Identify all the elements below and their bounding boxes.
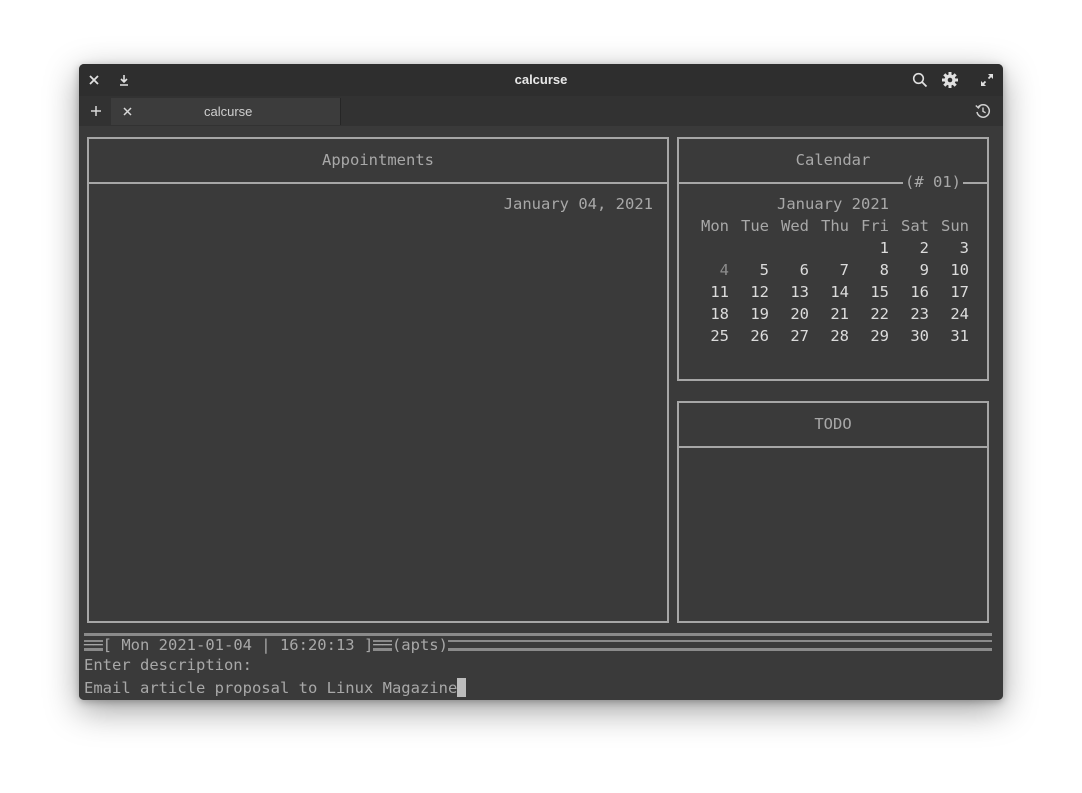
text-cursor (457, 678, 467, 697)
tab-bar: calcurse (79, 96, 1003, 126)
tab-label: calcurse (204, 104, 253, 119)
calendar-title: Calendar (795, 151, 871, 169)
window-title: calcurse (514, 72, 568, 87)
calendar-day[interactable]: 1 (849, 237, 889, 259)
todo-header: TODO (679, 403, 987, 448)
weekday-label: Wed (781, 217, 809, 235)
tab-calcurse[interactable]: calcurse (111, 98, 341, 125)
weekday-header-row: Mon Tue Wed Thu Fri Sat Sun (689, 215, 969, 237)
calendar-day[interactable]: 5 (729, 259, 769, 281)
weekday-label: Sat (901, 217, 929, 235)
plus-icon (91, 106, 101, 116)
terminal-window: calcurse calcurse Appointments January 0… (79, 64, 1003, 700)
calendar-day[interactable] (769, 237, 809, 259)
calendar-day[interactable]: 6 (769, 259, 809, 281)
calendar-day[interactable] (729, 237, 769, 259)
appointments-header: Appointments (89, 139, 667, 184)
title-bar: calcurse (79, 64, 1003, 96)
calendar-day[interactable]: 10 (929, 259, 969, 281)
weekday-label: Sun (941, 217, 969, 235)
status-bar: ──[ Mon 2021-01-04 | 16:20:13 ]──(apts) (84, 633, 992, 655)
calendar-week-row: 11 12 13 14 15 16 17 (689, 281, 969, 303)
calendar-day[interactable]: 31 (929, 325, 969, 347)
calendar-day[interactable]: 8 (849, 259, 889, 281)
appointments-panel[interactable]: Appointments January 04, 2021 (87, 137, 669, 623)
close-icon (122, 106, 132, 116)
weekday-label: Fri (861, 217, 889, 235)
weekday-label: Thu (821, 217, 849, 235)
calendar-day[interactable]: 17 (929, 281, 969, 303)
prompt-label: Enter description: (84, 656, 252, 674)
history-icon (975, 104, 991, 118)
calendar-week-row: 25 26 27 28 29 30 31 (689, 325, 969, 347)
calendar-grid: Mon Tue Wed Thu Fri Sat Sun 1 2 3 4 5 6 … (689, 215, 969, 347)
history-button[interactable] (972, 100, 994, 122)
maximize-button[interactable] (976, 69, 998, 91)
calendar-week-row: 4 5 6 7 8 9 10 (689, 259, 969, 281)
calendar-day[interactable]: 12 (729, 281, 769, 303)
calendar-day[interactable]: 2 (889, 237, 929, 259)
gear-icon (942, 72, 958, 88)
calendar-month-label: January 2021 (777, 195, 889, 213)
week-number: (# 01) (903, 173, 963, 191)
status-mode: (apts) (391, 636, 448, 654)
calendar-day-selected[interactable]: 4 (689, 259, 729, 281)
calendar-day[interactable]: 13 (769, 281, 809, 303)
calendar-day[interactable]: 23 (889, 303, 929, 325)
close-tab-button[interactable] (116, 100, 138, 122)
calendar-day[interactable]: 24 (929, 303, 969, 325)
calendar-week-row: 1 2 3 (689, 237, 969, 259)
status-text: ──[ Mon 2021-01-04 | 16:20:13 ]──(apts) (84, 636, 448, 654)
calendar-day[interactable]: 25 (689, 325, 729, 347)
todo-panel[interactable]: TODO (677, 401, 989, 623)
weekday-label: Tue (741, 217, 769, 235)
description-input[interactable]: Email article proposal to Linux Magazine (84, 678, 467, 697)
calendar-week-row: 18 19 20 21 22 23 24 (689, 303, 969, 325)
terminal-area[interactable]: Appointments January 04, 2021 Calendar (… (79, 126, 1003, 700)
settings-button[interactable] (939, 69, 961, 91)
description-input-text[interactable]: Email article proposal to Linux Magazine (84, 679, 457, 697)
calendar-day[interactable]: 29 (849, 325, 889, 347)
calendar-day[interactable]: 9 (889, 259, 929, 281)
calendar-day[interactable]: 18 (689, 303, 729, 325)
weekday-label: Mon (701, 217, 729, 235)
calendar-day[interactable]: 16 (889, 281, 929, 303)
calendar-day[interactable]: 20 (769, 303, 809, 325)
appointments-date: January 04, 2021 (503, 195, 653, 213)
calendar-day[interactable]: 15 (849, 281, 889, 303)
todo-title: TODO (814, 415, 852, 433)
calendar-day[interactable] (689, 237, 729, 259)
calendar-day[interactable]: 3 (929, 237, 969, 259)
calendar-day[interactable]: 30 (889, 325, 929, 347)
calendar-day[interactable]: 28 (809, 325, 849, 347)
calendar-day[interactable]: 11 (689, 281, 729, 303)
calendar-day[interactable]: 22 (849, 303, 889, 325)
calendar-day[interactable] (809, 237, 849, 259)
calendar-day[interactable]: 7 (809, 259, 849, 281)
calendar-day[interactable]: 19 (729, 303, 769, 325)
search-icon (912, 72, 928, 88)
calendar-panel[interactable]: Calendar (# 01) January 2021 Mon Tue Wed… (677, 137, 989, 381)
calendar-day[interactable]: 14 (809, 281, 849, 303)
maximize-icon (981, 74, 993, 86)
appointments-title: Appointments (322, 151, 434, 169)
calendar-day[interactable]: 21 (809, 303, 849, 325)
new-tab-button[interactable] (85, 100, 107, 122)
calendar-day[interactable]: 27 (769, 325, 809, 347)
status-datetime: [ Mon 2021-01-04 | 16:20:13 ] (102, 636, 374, 654)
calendar-day[interactable]: 26 (729, 325, 769, 347)
search-button[interactable] (909, 69, 931, 91)
